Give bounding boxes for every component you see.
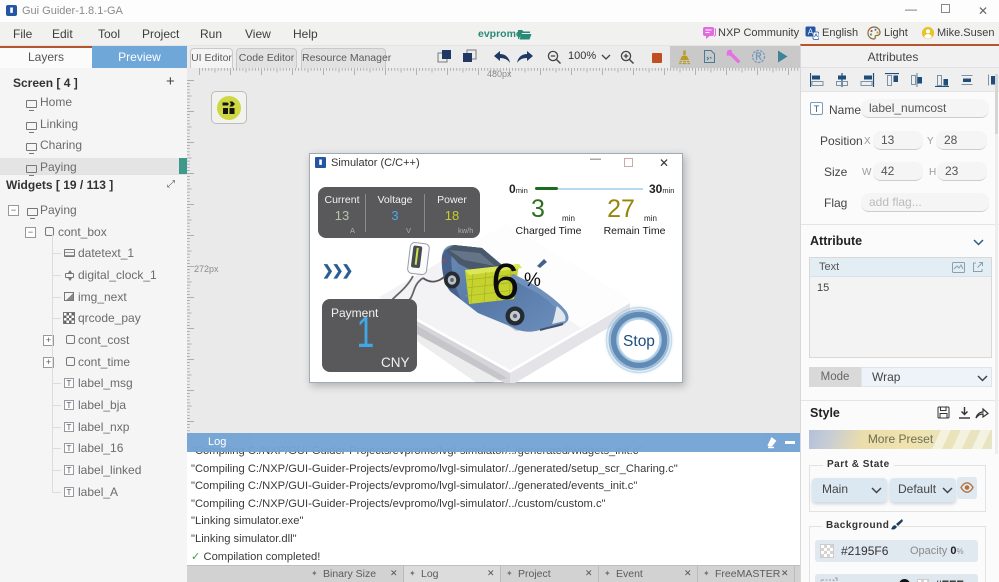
svg-text:Stop: Stop [623, 333, 655, 350]
